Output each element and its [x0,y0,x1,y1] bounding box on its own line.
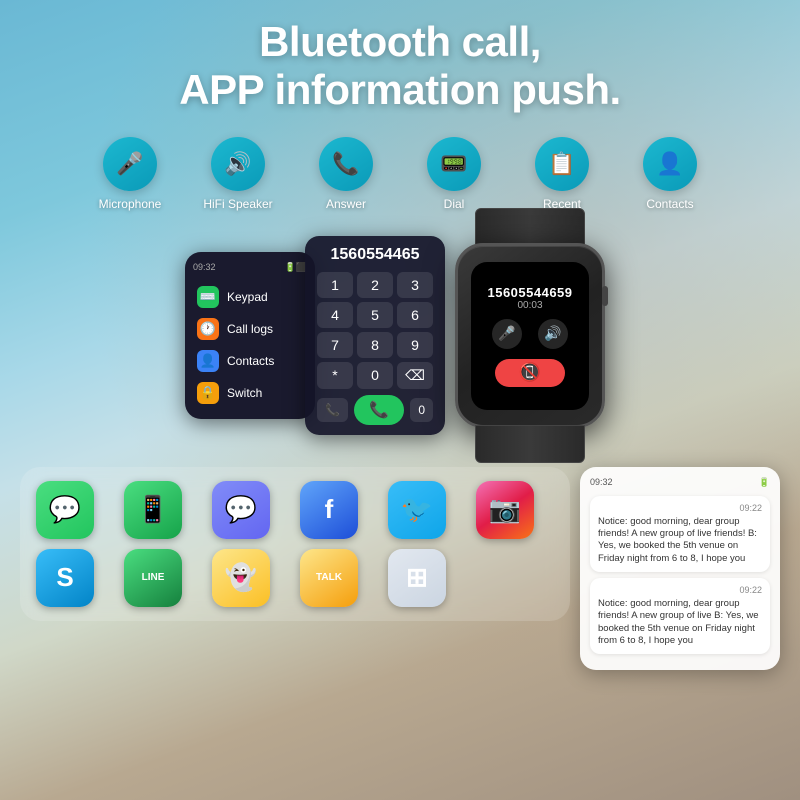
header: Bluetooth call, APP information push. [179,18,620,115]
watch-call-timer: 00:03 [517,300,542,311]
menu-label-switch: Switch [227,386,262,400]
app-icon-instagram[interactable]: 📷 [476,481,534,539]
dialpad-key-*[interactable]: * [317,362,353,389]
notif-status-bar: 09:32 🔋 [590,477,770,488]
feature-recent: 📋 Recent [517,137,607,211]
notifications-panel: 09:32 🔋 09:22 Notice: good morning, dear… [580,467,780,671]
feature-microphone: 🎤 Microphone [85,137,175,211]
menu-icon-switch: 🔒 [197,382,219,404]
watch-strap-bottom [475,425,585,463]
dialpad-key-4[interactable]: 4 [317,302,353,328]
dialpad-number: 1560554465 [317,246,433,264]
feature-answer: 📞 Answer [301,137,391,211]
watch-speaker-button[interactable]: 🔊 [538,319,568,349]
feature-contacts-label: Contacts [646,197,693,211]
phone-status-bar: 09:32 🔋⬛ [193,262,307,273]
notif-item-text-1: Notice: good morning, dear group friends… [598,598,762,647]
dialpad-call-row: 📞 📞 0 [317,395,433,425]
app-icon-messenger[interactable]: 💬 [212,481,270,539]
dialpad-key-⌫[interactable]: ⌫ [397,362,433,389]
headline-line1: Bluetooth call, [259,18,541,65]
feature-hifi-speaker: 🔊 HiFi Speaker [193,137,283,211]
feature-dial-icon: 📟 [427,137,481,191]
menu-item-keypad[interactable]: ⌨️ Keypad [193,281,307,313]
notif-time: 09:32 [590,477,613,488]
app-icon-kakao[interactable]: TALK [300,549,358,607]
bottom-section: 💬 📱 💬 f 🐦 📷 S LINE 👻 TALK ⊞ 09:32 🔋 09:22 Notice: … [20,467,780,671]
dialpad-hash-key[interactable]: 📞 [317,398,348,422]
app-icon-snapchat[interactable]: 👻 [212,549,270,607]
feature-contacts: 👤 Contacts [625,137,715,211]
dialpad-key-1[interactable]: 1 [317,272,353,298]
app-grid-panel: 💬 📱 💬 f 🐦 📷 S LINE 👻 TALK ⊞ [20,467,570,621]
main-content: Bluetooth call, APP information push. 🎤 … [0,0,800,800]
feature-recent-icon: 📋 [535,137,589,191]
dialpad-zero-key[interactable]: 0 [410,398,433,422]
notif-item-time-1: 09:22 [598,585,762,595]
dialpad-key-5[interactable]: 5 [357,302,393,328]
app-grid: 💬 📱 💬 f 🐦 📷 S LINE 👻 TALK ⊞ [36,481,554,607]
menu-icon-contacts: 👤 [197,350,219,372]
feature-answer-icon: 📞 [319,137,373,191]
notif-item-time-0: 09:22 [598,503,762,513]
watch-mic-button[interactable]: 🎤 [492,319,522,349]
dialpad-key-6[interactable]: 6 [397,302,433,328]
menu-icon-keypad: ⌨️ [197,286,219,308]
phone-menu-panel: 09:32 🔋⬛ ⌨️ Keypad 🕐 Call logs 👤 Contact… [185,252,315,419]
features-row: 🎤 Microphone 🔊 HiFi Speaker 📞 Answer 📟 D… [85,137,715,211]
smartwatch: 15605544659 00:03 🎤 🔊 📵 [455,243,605,428]
feature-dial-label: Dial [444,197,465,211]
notification-item-0: 09:22 Notice: good morning, dear group f… [590,496,770,572]
menu-item-call-logs[interactable]: 🕐 Call logs [193,313,307,345]
watch-screen: 15605544659 00:03 🎤 🔊 📵 [471,262,589,410]
headline-line2: APP information push. [179,66,620,113]
dialpad-key-0[interactable]: 0 [357,362,393,389]
dialpad-grid: 123 456 789 *0⌫ [317,272,433,389]
feature-dial: 📟 Dial [409,137,499,211]
notif-item-text-0: Notice: good morning, dear group friends… [598,516,762,565]
watch-call-actions: 🎤 🔊 [492,319,568,349]
app-icon-grid4[interactable]: ⊞ [388,549,446,607]
app-icon-skype[interactable]: S [36,549,94,607]
notification-item-1: 09:22 Notice: good morning, dear group f… [590,578,770,654]
headline: Bluetooth call, APP information push. [179,18,620,115]
dialpad-key-9[interactable]: 9 [397,332,433,358]
watch-end-call-button[interactable]: 📵 [495,359,565,387]
phone-time: 09:32 [193,262,216,273]
notif-battery-icon: 🔋 [759,477,770,488]
menu-label-call-logs: Call logs [227,322,273,336]
app-icon-facebook[interactable]: f [300,481,358,539]
dialpad-key-7[interactable]: 7 [317,332,353,358]
app-icon-whatsapp[interactable]: 📱 [124,481,182,539]
dialpad-call-button[interactable]: 📞 [354,395,404,425]
dialpad-key-8[interactable]: 8 [357,332,393,358]
middle-section: 09:32 🔋⬛ ⌨️ Keypad 🕐 Call logs 👤 Contact… [0,221,800,451]
watch-strap-top [475,208,585,246]
watch-call-number: 15605544659 [487,285,572,300]
dialpad-key-3[interactable]: 3 [397,272,433,298]
app-icon-twitter[interactable]: 🐦 [388,481,446,539]
feature-contacts-icon: 👤 [643,137,697,191]
menu-label-keypad: Keypad [227,290,268,304]
dialpad-key-2[interactable]: 2 [357,272,393,298]
watch-body: 15605544659 00:03 🎤 🔊 📵 [455,243,605,428]
menu-item-switch[interactable]: 🔒 Switch [193,377,307,409]
app-icon-messages[interactable]: 💬 [36,481,94,539]
feature-hifi-speaker-label: HiFi Speaker [203,197,272,211]
menu-item-contacts[interactable]: 👤 Contacts [193,345,307,377]
phone-battery: 🔋⬛ [285,262,307,273]
menu-label-contacts: Contacts [227,354,274,368]
feature-answer-label: Answer [326,197,366,211]
dialpad-panel: 1560554465 123456789*0⌫ 📞 📞 0 [305,236,445,435]
app-icon-line[interactable]: LINE [124,549,182,607]
feature-hifi-speaker-icon: 🔊 [211,137,265,191]
watch-side-button[interactable] [602,286,608,306]
menu-icon-call-logs: 🕐 [197,318,219,340]
feature-microphone-icon: 🎤 [103,137,157,191]
feature-microphone-label: Microphone [99,197,162,211]
